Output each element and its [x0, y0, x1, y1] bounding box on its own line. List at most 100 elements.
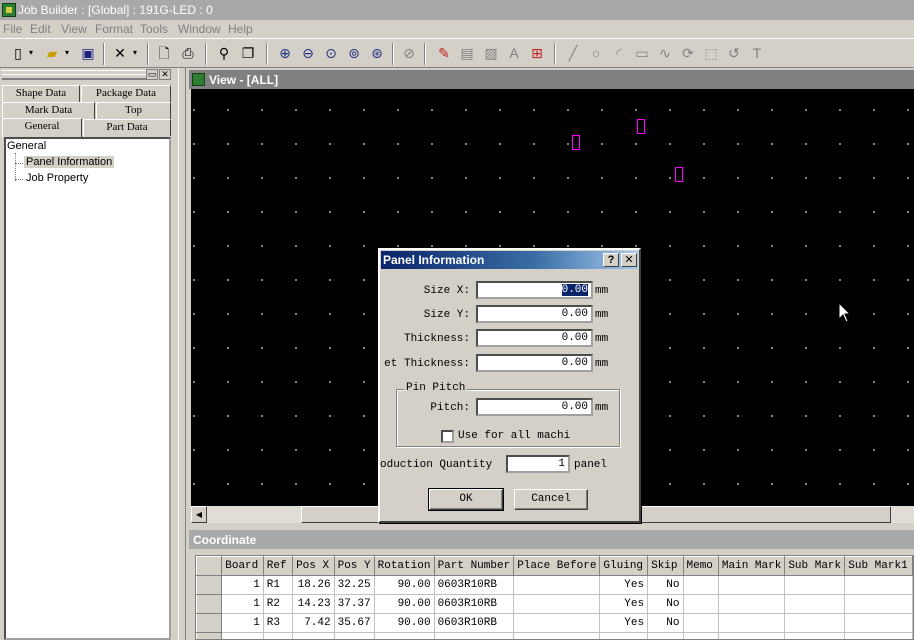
menu-format[interactable]: Format	[95, 22, 133, 36]
column-header[interactable]: Ref	[262, 556, 294, 576]
cell-main-mark[interactable]	[718, 575, 786, 595]
cell-main-mark[interactable]	[718, 613, 786, 633]
column-header[interactable]: Sub Mark	[784, 556, 846, 576]
grid-icon[interactable]: ⊞	[527, 43, 547, 63]
cell-ref[interactable]: R3	[263, 613, 294, 633]
menu-window[interactable]: Window	[178, 22, 221, 36]
tab-general[interactable]: General	[2, 118, 82, 137]
cell-sub-mark1[interactable]	[844, 594, 913, 614]
line-tool-icon[interactable]: ╱	[563, 43, 583, 63]
cell-pos-x[interactable]: 18.26	[292, 575, 335, 595]
column-header[interactable]: Board	[221, 556, 264, 576]
cell-memo[interactable]	[683, 613, 719, 633]
help-button[interactable]: ?	[603, 253, 619, 267]
cell-gluing[interactable]: Yes	[599, 613, 649, 633]
table-row[interactable]: 1 R2 14.23 37.37 90.00 0603R10RB Yes No	[196, 594, 913, 614]
tree-item-job-property[interactable]: Job Property	[26, 172, 88, 184]
cell-place-before[interactable]	[513, 594, 601, 614]
cell-pos-x[interactable]: 7.42	[292, 613, 335, 633]
column-header[interactable]: Main Mark	[717, 556, 786, 576]
column-header[interactable]: Part Number	[433, 556, 515, 576]
column-header[interactable]: Sub Mark1	[844, 556, 913, 576]
component-pad[interactable]	[637, 119, 645, 134]
zoom-window-icon[interactable]: ⊚	[344, 43, 364, 63]
cell-skip[interactable]: No	[647, 594, 684, 614]
cell-gluing[interactable]: Yes	[599, 594, 649, 614]
cell-sub-mark[interactable]	[784, 613, 846, 633]
new-file-icon[interactable]: ▯	[8, 43, 28, 63]
row-header[interactable]	[196, 594, 223, 614]
rotate-tool-icon[interactable]: ⟳	[678, 43, 698, 63]
thickness-field[interactable]: 0.00	[476, 329, 593, 347]
cell-part-number[interactable]: 0603R10RB	[434, 594, 515, 614]
panel-grip[interactable]	[2, 70, 146, 80]
cell-pos-y[interactable]: 32.25	[334, 575, 375, 595]
menu-file[interactable]: File	[3, 22, 22, 36]
cell-sub-mark1[interactable]	[844, 613, 913, 633]
rectangle-tool-icon[interactable]: ▭	[632, 43, 652, 63]
cell-rotation[interactable]: 90.00	[374, 594, 435, 614]
row-header[interactable]	[196, 575, 223, 595]
dropdown-arrow-icon[interactable]: ▾	[62, 43, 72, 63]
cell-sub-mark[interactable]	[784, 594, 846, 614]
cell-main-mark[interactable]	[718, 594, 786, 614]
splitter[interactable]	[178, 68, 186, 640]
size-y-field[interactable]: 0.00	[476, 305, 593, 323]
tab-mark-data[interactable]: Mark Data	[2, 102, 95, 119]
image-icon[interactable]: ▨	[481, 43, 501, 63]
cell-rotation[interactable]: 90.00	[374, 575, 435, 595]
new-row[interactable]: ✳	[196, 632, 913, 639]
tree-item-general[interactable]: General	[7, 140, 46, 152]
cell-board[interactable]: 1	[221, 594, 264, 614]
use-for-all-checkbox[interactable]	[441, 430, 454, 443]
cell-skip[interactable]: No	[647, 613, 684, 633]
cell-part-number[interactable]: 0603R10RB	[434, 613, 515, 633]
print-preview-icon[interactable]: 🗋	[154, 43, 174, 63]
cell-place-before[interactable]	[513, 575, 601, 595]
print-icon[interactable]: ⎙	[178, 43, 198, 63]
cell-part-number[interactable]: 0603R10RB	[434, 575, 515, 595]
text-tool-icon[interactable]: T	[747, 43, 767, 63]
tab-part-data[interactable]: Part Data	[83, 119, 171, 136]
new-row-marker[interactable]: ✳	[196, 632, 223, 639]
panel-close-icon[interactable]: ✕	[159, 69, 171, 80]
corner-header[interactable]	[196, 556, 223, 576]
open-folder-icon[interactable]: ▰	[42, 43, 62, 63]
zoom-out-icon[interactable]: ⊖	[298, 43, 318, 63]
tab-package-data[interactable]: Package Data	[81, 85, 171, 102]
column-header[interactable]: Pos Y	[333, 556, 375, 576]
tab-shape-data[interactable]: Shape Data	[2, 85, 80, 102]
cell-pos-x[interactable]: 14.23	[292, 594, 335, 614]
scroll-left-icon[interactable]: ◀	[191, 506, 207, 523]
production-quantity-field[interactable]: 1	[506, 455, 570, 473]
cancel-button[interactable]: Cancel	[514, 489, 588, 510]
column-header[interactable]: Rotation	[373, 556, 435, 576]
size-x-field[interactable]: 0.00	[476, 281, 593, 299]
row-header[interactable]	[196, 613, 223, 633]
bounding-box-icon[interactable]: ⬚	[701, 43, 721, 63]
text-style-icon[interactable]: A	[504, 43, 524, 63]
dialog-title-bar[interactable]: Panel Information ? ✕	[381, 251, 638, 269]
hatch-icon[interactable]: ▤	[457, 43, 477, 63]
set-thickness-field[interactable]: 0.00	[476, 354, 593, 372]
column-header[interactable]: Memo	[682, 556, 719, 576]
component-pad[interactable]	[675, 167, 683, 182]
cell-skip[interactable]: No	[647, 575, 684, 595]
pitch-field[interactable]: 0.00	[476, 398, 593, 416]
table-row[interactable]: 1 R3 7.42 35.67 90.00 0603R10RB Yes No	[196, 613, 913, 633]
cell-pos-y[interactable]: 35.67	[334, 613, 375, 633]
cell-gluing[interactable]: Yes	[599, 575, 649, 595]
cell-sub-mark1[interactable]	[844, 575, 913, 595]
column-header[interactable]: Gluing	[599, 556, 649, 576]
find-icon[interactable]: ⚲	[214, 43, 234, 63]
zoom-fit-icon[interactable]: ⊙	[321, 43, 341, 63]
cell-pos-y[interactable]: 37.37	[334, 594, 375, 614]
column-header[interactable]: Skip	[647, 556, 684, 576]
cell-board[interactable]: 1	[221, 613, 264, 633]
zoom-all-icon[interactable]: ⊛	[367, 43, 387, 63]
cell-memo[interactable]	[683, 575, 719, 595]
column-header[interactable]: Place Before	[513, 556, 601, 576]
cell-place-before[interactable]	[513, 613, 601, 633]
circle-tool-icon[interactable]: ○	[586, 43, 606, 63]
menu-view[interactable]: View	[61, 22, 87, 36]
